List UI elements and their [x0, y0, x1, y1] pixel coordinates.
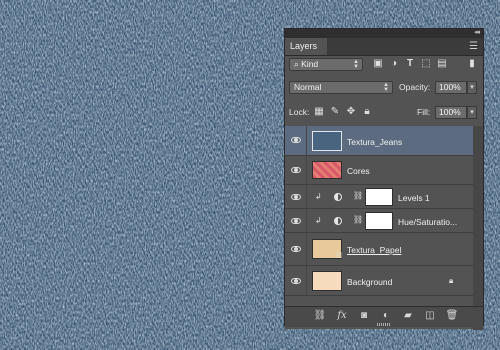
eye-icon[interactable] — [291, 137, 301, 143]
layer-name: Textura_Papel — [347, 245, 402, 255]
filter-toggle-icon[interactable]: ▮ — [465, 58, 479, 69]
blend-mode-value: Normal — [294, 82, 322, 92]
opacity-input[interactable]: 100% — [435, 81, 467, 94]
fill-label: Fill: — [417, 107, 431, 117]
layer-thumbnail — [312, 161, 342, 179]
link-icon[interactable]: ⛓ — [353, 215, 363, 224]
smart-object-icon: ◰ — [336, 252, 343, 259]
layer-row-textura-papel[interactable]: ◰ Textura_Papel — [285, 233, 473, 266]
clipping-arrow-icon: ↲ — [315, 216, 322, 225]
opacity-label: Opacity: — [399, 82, 431, 92]
filter-kind-label: Kind — [301, 59, 319, 69]
layer-name: Textura_Jeans — [347, 137, 403, 147]
new-adjustment-icon[interactable]: ◐ — [379, 310, 393, 321]
adjustment-filter-icon[interactable]: ◑ — [387, 58, 401, 69]
smart-object-filter-icon[interactable]: ▤ — [435, 58, 449, 69]
shape-filter-icon[interactable]: ⬚ — [419, 58, 433, 69]
trash-icon[interactable]: 🗑︎ — [445, 310, 459, 321]
layers-scrollbar[interactable] — [473, 126, 483, 330]
blend-mode-dropdown[interactable]: Normal ▲ ▼ — [289, 81, 393, 94]
lock-position-icon[interactable]: ✥ — [344, 106, 358, 117]
lock-transparent-icon[interactable]: ▦ — [312, 106, 326, 117]
layer-mask-thumbnail[interactable] — [365, 188, 393, 206]
layer-thumbnail — [312, 271, 342, 291]
visibility-column — [285, 156, 307, 184]
eye-icon[interactable] — [291, 246, 301, 252]
layer-row-cores[interactable]: Cores — [285, 156, 473, 185]
type-filter-icon[interactable]: T — [403, 58, 417, 69]
layer-row-background[interactable]: Background 🔒︎ — [285, 266, 473, 296]
visibility-column — [285, 233, 307, 265]
tab-layers[interactable]: Layers — [285, 38, 327, 55]
opacity-chevron-down-icon[interactable]: ▾ — [467, 81, 477, 94]
chevron-updown-icon: ▲ ▼ — [353, 59, 359, 70]
panel-titlebar[interactable]: ◂◂ — [285, 29, 483, 38]
eye-icon[interactable] — [291, 278, 301, 284]
visibility-column — [285, 126, 307, 155]
search-icon: ⌕ — [294, 59, 299, 69]
layer-row-textura-jeans[interactable]: Textura_Jeans — [285, 126, 473, 156]
blend-row: Normal ▲ ▼ Opacity: 100% ▾ — [285, 81, 483, 96]
link-icon[interactable]: ⛓ — [353, 191, 363, 200]
lock-icon: 🔒︎ — [449, 276, 454, 285]
filter-kind-dropdown[interactable]: ⌕ Kind ▲ ▼ — [289, 58, 363, 71]
layers-panel: ◂◂ Layers ☰ ⌕ Kind ▲ ▼ ▣ ◑ T ⬚ ▤ ▮ Normal… — [284, 28, 484, 330]
eye-icon[interactable] — [291, 218, 301, 224]
hue-saturation-adjustment-icon — [334, 217, 342, 225]
lock-row: Lock: ▦ ✎ ✥ 🔒︎ Fill: 100% ▾ — [285, 106, 483, 121]
link-layers-icon[interactable]: ⛓ — [313, 310, 327, 321]
panel-tab-row: Layers ☰ — [285, 38, 483, 56]
layer-name: Cores — [347, 166, 370, 176]
new-group-icon[interactable]: ▰ — [401, 310, 415, 321]
collapse-icon[interactable]: ◂◂ — [474, 28, 480, 36]
visibility-column — [285, 209, 307, 232]
eye-icon[interactable] — [291, 194, 301, 200]
new-layer-icon[interactable]: ◫ — [423, 310, 437, 321]
eye-icon[interactable] — [291, 167, 301, 173]
fill-chevron-down-icon[interactable]: ▾ — [467, 106, 477, 119]
layer-mask-thumbnail[interactable] — [365, 212, 393, 230]
lock-label: Lock: — [289, 107, 310, 117]
add-mask-icon[interactable]: ◙ — [357, 310, 371, 321]
layer-row-levels[interactable]: ↲ ⛓ Levels 1 — [285, 185, 473, 209]
visibility-column — [285, 266, 307, 295]
layer-row-hue-saturation[interactable]: ↲ ⛓ Hue/Saturatio... — [285, 209, 473, 233]
levels-adjustment-icon — [334, 193, 342, 201]
layer-name: Levels 1 — [398, 193, 430, 203]
clipping-arrow-icon: ↲ — [315, 192, 322, 201]
layer-thumbnail — [312, 131, 342, 151]
fx-icon[interactable]: fx — [335, 310, 349, 321]
layers-bottom-toolbar: ⛓ fx ◙ ◐ ▰ ◫ 🗑︎ — [285, 306, 483, 327]
filter-row: ⌕ Kind ▲ ▼ ▣ ◑ T ⬚ ▤ ▮ — [285, 58, 483, 73]
chevron-updown-icon: ▲ ▼ — [383, 82, 389, 93]
layer-name: Background — [347, 277, 393, 287]
resize-grip[interactable] — [377, 323, 391, 326]
layer-name: Hue/Saturatio... — [398, 217, 458, 227]
panel-menu-icon[interactable]: ☰ — [469, 41, 478, 52]
layers-list: Textura_Jeans Cores ↲ ⛓ Levels 1 ↲ ⛓ Hue… — [285, 126, 473, 329]
visibility-column — [285, 185, 307, 208]
lock-all-icon[interactable]: 🔒︎ — [360, 106, 374, 117]
fill-input[interactable]: 100% — [435, 106, 467, 119]
lock-brush-icon[interactable]: ✎ — [328, 106, 342, 117]
image-filter-icon[interactable]: ▣ — [371, 58, 385, 69]
